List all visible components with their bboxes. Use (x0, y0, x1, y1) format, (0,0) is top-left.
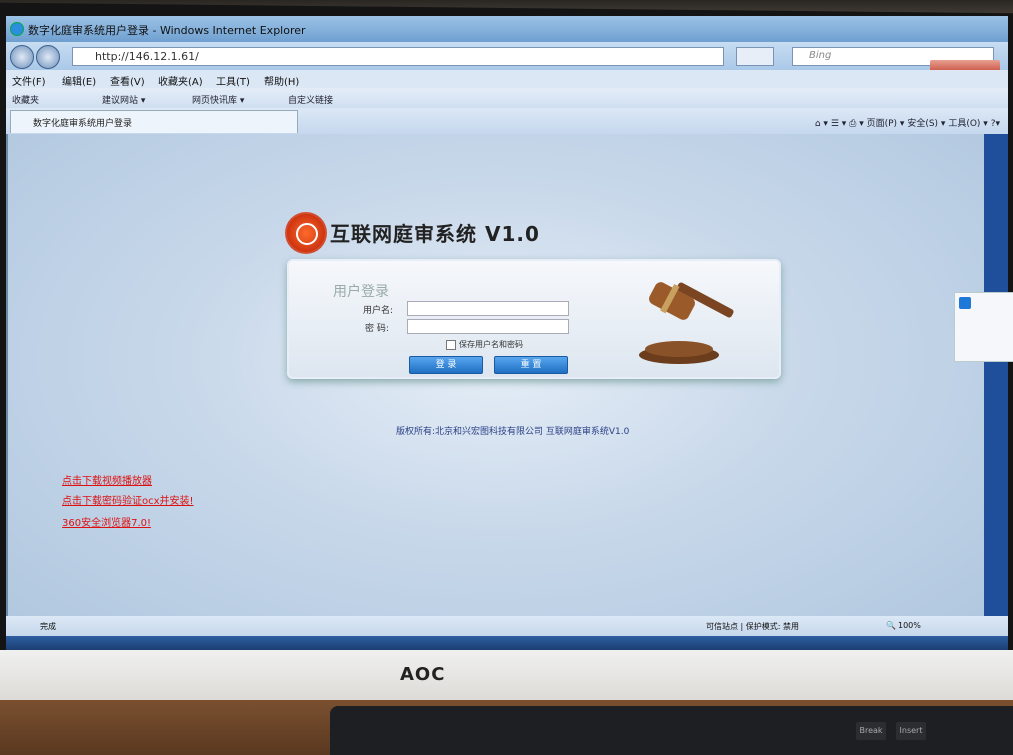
username-label: 用户名: (363, 306, 394, 316)
status-text: 完成 (40, 622, 56, 631)
zone-status: 可信站点 | 保护模式: 禁用 (706, 622, 800, 631)
login-heading: 用户登录 (333, 284, 389, 300)
court-emblem-icon (285, 212, 327, 254)
status-bar: 完成 可信站点 | 保护模式: 禁用 🔍 100% (6, 616, 1008, 636)
refresh-stop-buttons[interactable] (736, 47, 774, 66)
menu-safety[interactable]: 安全(S) ▾ (907, 119, 945, 129)
print-icon[interactable]: ⎙ ▾ (849, 119, 864, 129)
forward-button[interactable] (36, 45, 60, 69)
back-button[interactable] (10, 45, 34, 69)
command-bar: ⌂ ▾ ☰ ▾ ⎙ ▾ 页面(P) ▾ 安全(S) ▾ 工具(O) ▾ ?▾ (815, 116, 1000, 129)
feeds-icon[interactable]: ☰ ▾ (831, 119, 846, 129)
password-input[interactable] (407, 319, 569, 334)
login-panel: 用户登录 用户名: 密 码: 保存用户名和密码 登 录 重 置 (287, 259, 781, 379)
side-widget[interactable] (954, 292, 1013, 362)
browser-360-link[interactable]: 360安全浏览器7.0! (62, 514, 151, 529)
menu-favorites[interactable]: 收藏夹(A) (158, 73, 203, 88)
tab-bar: 数字化庭审系统用户登录 ⌂ ▾ ☰ ▾ ⎙ ▾ 页面(P) ▾ 安全(S) ▾ … (6, 108, 1008, 134)
favorites-bar: 收藏夹 建议网站 ▾ 网页快讯库 ▾ 自定义链接 (6, 88, 1008, 108)
menu-tools-cmd[interactable]: 工具(O) ▾ (948, 119, 988, 129)
menu-page[interactable]: 页面(P) ▾ (867, 119, 905, 129)
address-bar-row: http://146.12.1.61/ Bing (6, 42, 1008, 70)
remember-label: 保存用户名和密码 (459, 340, 523, 349)
menu-bar: 文件(F) 编辑(E) 查看(V) 收藏夹(A) 工具(T) 帮助(H) (6, 70, 1008, 88)
zoom-level[interactable]: 100% (898, 621, 921, 630)
ie-icon (10, 22, 24, 36)
suggested-sites[interactable]: 建议网站 ▾ (102, 93, 145, 106)
favorites-button[interactable]: 收藏夹 (12, 93, 39, 106)
password-label: 密 码: (365, 324, 389, 334)
page-content: 互联网庭审系统 V1.0 用户登录 用户名: 密 码: 保存用户名和密码 登 录… (8, 134, 984, 634)
download-player-link[interactable]: 点击下载视频播放器 (62, 472, 152, 487)
menu-tools[interactable]: 工具(T) (216, 73, 250, 88)
home-icon[interactable]: ⌂ ▾ (815, 119, 828, 129)
keyboard: Break Insert (330, 706, 1013, 755)
username-input[interactable] (407, 301, 569, 316)
taskbar (6, 636, 1008, 650)
menu-view[interactable]: 查看(V) (110, 73, 145, 88)
address-text: http://146.12.1.61/ (95, 50, 199, 63)
menu-file[interactable]: 文件(F) (12, 73, 46, 88)
zoom-icon[interactable]: 🔍 (886, 621, 896, 630)
window-title: 数字化庭审系统用户登录 - Windows Internet Explorer (28, 24, 306, 37)
gavel-icon (639, 282, 734, 364)
widget-icon (959, 297, 971, 309)
monitor-brand: AOC (400, 664, 446, 685)
monitor-screen: 数字化庭审系统用户登录 - Windows Internet Explorer … (6, 16, 1008, 650)
menu-edit[interactable]: 编辑(E) (62, 73, 96, 88)
download-ocx-link[interactable]: 点击下载密码验证ocx并安装! (62, 492, 194, 507)
key-insert: Insert (896, 722, 926, 740)
window-titlebar: 数字化庭审系统用户登录 - Windows Internet Explorer (6, 16, 1008, 42)
address-input[interactable]: http://146.12.1.61/ (72, 47, 724, 66)
remember-checkbox[interactable]: 保存用户名和密码 (446, 339, 523, 350)
key-break: Break (856, 722, 886, 740)
web-slice-gallery[interactable]: 网页快讯库 ▾ (192, 93, 244, 106)
tab-login[interactable]: 数字化庭审系统用户登录 (10, 110, 298, 133)
menu-help[interactable]: 帮助(H) (264, 73, 299, 88)
app-title: 互联网庭审系统 V1.0 (330, 222, 540, 246)
login-button[interactable]: 登 录 (409, 356, 483, 374)
checkbox-box[interactable] (446, 339, 456, 350)
search-placeholder: Bing (809, 50, 832, 61)
tab-label: 数字化庭审系统用户登录 (33, 119, 133, 129)
reset-button[interactable]: 重 置 (494, 356, 568, 374)
copyright-text: 版权所有:北京和兴宏图科技有限公司 互联网庭审系统V1.0 (396, 427, 630, 437)
help-icon[interactable]: ?▾ (991, 119, 1000, 129)
custom-links[interactable]: 自定义链接 (288, 93, 333, 106)
